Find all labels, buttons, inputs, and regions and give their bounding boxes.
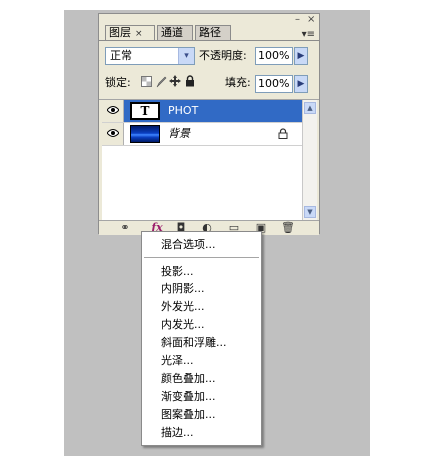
menu-item-outer-glow[interactable]: 外发光... (161, 298, 205, 315)
layer-row-phot[interactable]: T PHOT (102, 100, 302, 123)
panel-tabbar: 图层 × 通道 路径 – × ▾≡ (99, 14, 319, 41)
opacity-input[interactable]: 100% (255, 47, 293, 65)
link-layers-icon[interactable]: ⚭ (117, 221, 133, 235)
close-icon[interactable]: × (135, 29, 143, 39)
layers-scrollbar[interactable]: ▲ ▼ (303, 100, 317, 220)
layers-list: T PHOT 背景 (102, 100, 303, 220)
scroll-up-icon[interactable]: ▲ (304, 102, 316, 114)
gradient-layer-thumbnail (130, 125, 160, 143)
layer-name[interactable]: PHOT (168, 100, 198, 122)
fill-input[interactable]: 100% (255, 75, 293, 93)
tab-layers[interactable]: 图层 × (105, 25, 155, 41)
layer-lock-icon (278, 128, 288, 139)
menu-item-pattern-overlay[interactable]: 图案叠加... (161, 406, 216, 423)
tab-paths[interactable]: 路径 (195, 25, 231, 40)
panel-close-icon[interactable]: × (307, 15, 315, 25)
minimize-icon[interactable]: – (295, 15, 300, 25)
tab-channels[interactable]: 通道 (157, 25, 193, 40)
menu-item-stroke[interactable]: 描边... (161, 424, 194, 441)
lock-position-move-icon[interactable] (169, 75, 181, 90)
layer-style-menu: 混合选项... 投影... 内阴影... 外发光... 内发光... 斜面和浮雕… (141, 231, 262, 446)
panel-menu-icon[interactable]: ▾≡ (302, 29, 315, 40)
menu-item-blending-options[interactable]: 混合选项... (161, 236, 216, 253)
tab-divider (99, 40, 319, 41)
tab-layers-label: 图层 (109, 26, 131, 39)
layer-name[interactable]: 背景 (168, 123, 190, 145)
blend-mode-select[interactable]: 正常 ▾ (105, 47, 195, 65)
scroll-down-icon[interactable]: ▼ (304, 206, 316, 218)
eye-icon (107, 129, 119, 137)
blend-mode-value: 正常 (110, 49, 132, 62)
tab-paths-label: 路径 (199, 26, 221, 39)
opacity-slider-button[interactable]: ▶ (294, 47, 308, 65)
text-layer-thumbnail: T (130, 102, 160, 120)
menu-item-inner-glow[interactable]: 内发光... (161, 316, 205, 333)
fill-slider-button[interactable]: ▶ (294, 75, 308, 93)
fill-label: 填充: (225, 76, 251, 89)
menu-item-satin[interactable]: 光泽... (161, 352, 194, 369)
chevron-down-icon[interactable]: ▾ (178, 48, 194, 64)
menu-item-color-overlay[interactable]: 颜色叠加... (161, 370, 216, 387)
visibility-toggle[interactable] (102, 100, 124, 122)
lock-label: 锁定: (105, 76, 131, 89)
lock-transparency-icon[interactable] (141, 76, 152, 90)
menu-item-gradient-overlay[interactable]: 渐变叠加... (161, 388, 216, 405)
trash-icon[interactable]: 🗑 (281, 221, 295, 235)
menu-separator (144, 257, 259, 258)
eye-icon (107, 106, 119, 114)
visibility-toggle[interactable] (102, 123, 124, 145)
blend-row: 正常 ▾ 不透明度: 100% ▶ (105, 47, 313, 67)
layers-panel: 图层 × 通道 路径 – × ▾≡ 正常 ▾ 不透明度: 100% ▶ 锁定: (98, 13, 320, 235)
lock-pixels-brush-icon[interactable] (156, 76, 167, 91)
opacity-label: 不透明度: (199, 49, 247, 62)
tab-channels-label: 通道 (161, 26, 183, 39)
lock-row: 锁定: 填充: 100% ▶ (105, 74, 313, 94)
menu-item-drop-shadow[interactable]: 投影... (161, 263, 194, 280)
menu-item-bevel-emboss[interactable]: 斜面和浮雕... (161, 334, 227, 351)
layer-row-background[interactable]: 背景 (102, 123, 302, 146)
menu-item-inner-shadow[interactable]: 内阴影... (161, 280, 205, 297)
lock-all-icon[interactable] (185, 75, 195, 90)
